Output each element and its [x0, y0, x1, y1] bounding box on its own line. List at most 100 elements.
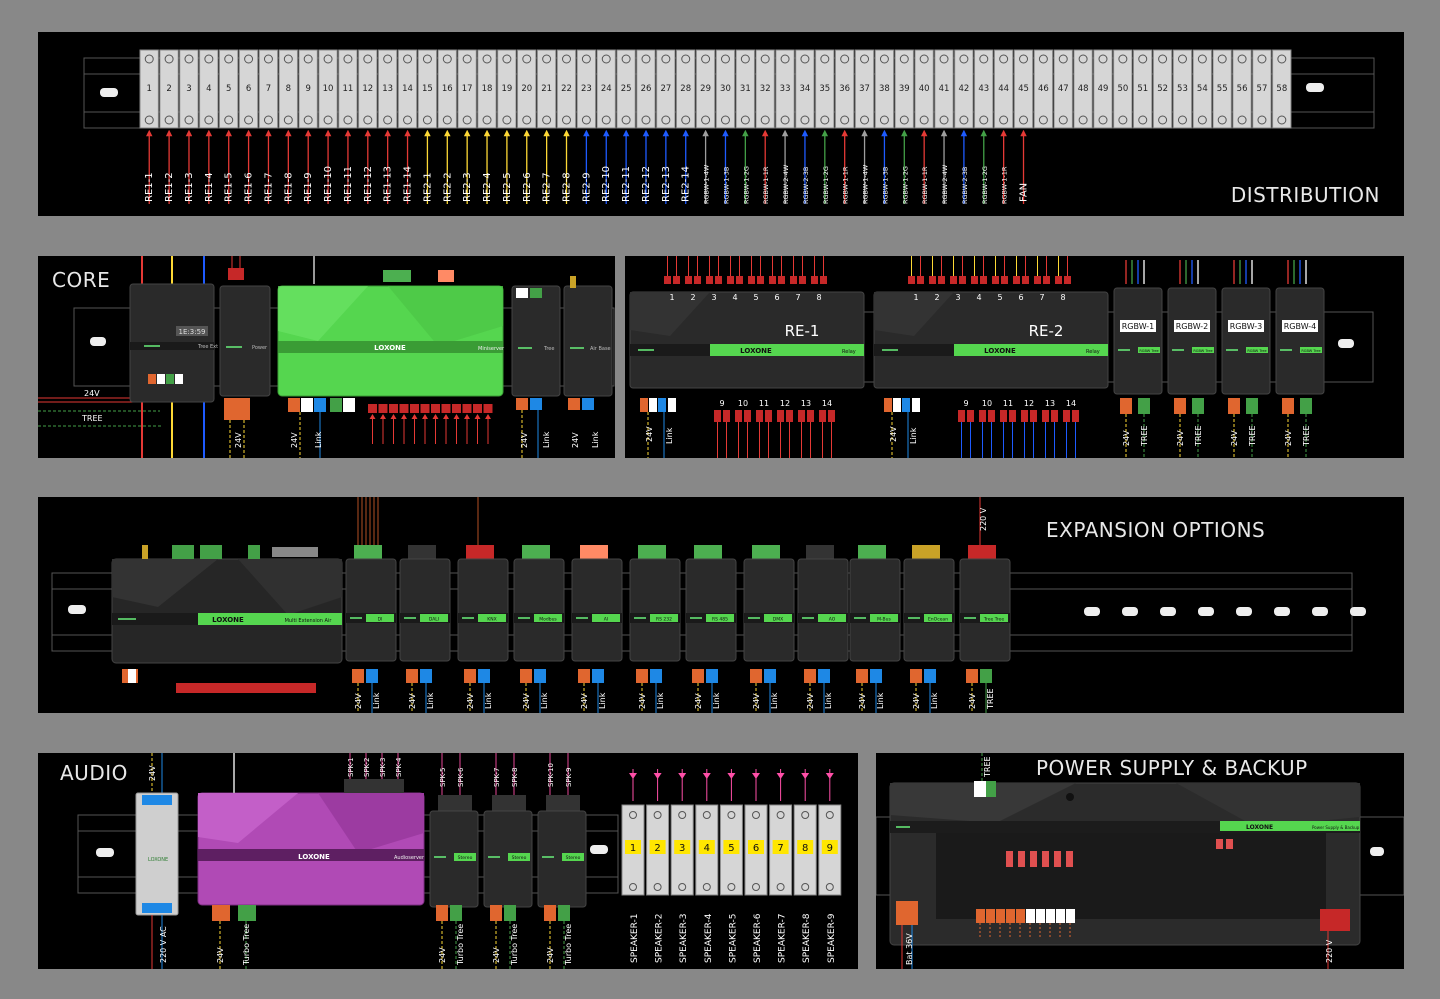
svg-text:4: 4 — [976, 293, 981, 302]
terminal-number: 34 — [800, 84, 811, 94]
wire-label: RE1-11 — [343, 166, 354, 202]
distribution-wire: RGBW-1-1R — [1000, 129, 1009, 204]
svg-text:2: 2 — [654, 843, 660, 854]
svg-text:24V: 24V — [858, 693, 867, 709]
svg-text:24V: 24V — [912, 693, 921, 709]
speaker-terminal: 6 SPEAKER-6 — [744, 769, 768, 963]
expansion-module: Modbus 24V Link — [513, 545, 565, 713]
svg-text:Link: Link — [372, 692, 381, 709]
power-supply-backup-module: LOXONE Power Supply & Backup — [889, 782, 1361, 946]
svg-text:Link: Link — [484, 692, 493, 709]
rail-slot — [96, 848, 114, 857]
terminal-number: 14 — [402, 84, 413, 94]
terminal-number: 46 — [1038, 84, 1049, 94]
terminal-number: 51 — [1137, 84, 1148, 94]
terminal-number: 53 — [1177, 84, 1188, 94]
terminal-block: 16 — [437, 49, 457, 129]
terminal-block: 15 — [417, 49, 438, 129]
miniserver-input-terminals — [368, 404, 493, 444]
terminal-number: 45 — [1018, 84, 1029, 94]
wire-label: RE1-14 — [403, 166, 414, 202]
terminal-block: 7 — [258, 49, 279, 129]
wire-label: RE2-3 — [462, 172, 473, 202]
distribution-wire: RE2-14 — [681, 129, 692, 204]
wire-label: RE1-6 — [244, 172, 255, 202]
wire-label: RGBW-2-4W — [782, 164, 790, 204]
svg-text:LOXONE: LOXONE — [740, 347, 772, 355]
expansion-module: RS 232 24V Link — [629, 545, 681, 713]
svg-text:24V: 24V — [580, 693, 589, 709]
svg-text:24V: 24V — [408, 693, 417, 709]
wire-label: RE1-4 — [204, 172, 215, 202]
terminal-number: 40 — [919, 84, 930, 94]
svg-text:24V: 24V — [438, 947, 447, 963]
terminal-block: 47 — [1053, 49, 1073, 129]
terminal-number: 15 — [422, 84, 433, 94]
distribution-wire: RE1-2 — [164, 129, 175, 204]
speaker-label: SPEAKER-2 — [655, 914, 665, 963]
svg-text:Relay: Relay — [842, 349, 856, 355]
speaker-terminal: 4 SPEAKER-4 — [695, 769, 719, 963]
terminal-number: 58 — [1276, 84, 1287, 94]
speaker-output-label: SPK-3 — [379, 758, 387, 778]
speaker-terminal: 2 SPEAKER-2 — [646, 769, 670, 963]
terminal-block: 26 — [636, 49, 656, 129]
distribution-wire: RE2-4 — [482, 129, 493, 204]
wire-label: RE1-8 — [283, 172, 294, 202]
svg-text:24V: 24V — [889, 426, 898, 442]
svg-text:Link: Link — [930, 692, 939, 709]
terminal-block: 58 — [1272, 49, 1292, 129]
terminal-block: 33 — [775, 49, 795, 129]
svg-text:3: 3 — [955, 293, 960, 302]
svg-text:24V: 24V — [520, 432, 529, 448]
wire-label: RE2-9 — [581, 172, 592, 202]
rgbw-name: RGBW-1 — [1122, 322, 1155, 331]
rail-slot — [590, 845, 608, 854]
speaker-label: SPEAKER-4 — [704, 913, 714, 963]
terminal-number: 2 — [166, 84, 171, 94]
speaker-terminal: 3 SPEAKER-3 — [670, 769, 694, 963]
speaker-label: SPEAKER-9 — [827, 913, 837, 963]
svg-text:Link: Link — [770, 692, 779, 709]
terminal-block: 24 — [596, 49, 616, 129]
terminal-number: 43 — [978, 84, 989, 94]
svg-text:Power: Power — [252, 345, 268, 351]
speaker-terminal: 9 SPEAKER-9 — [818, 769, 842, 963]
wire-label: RE2-13 — [661, 166, 672, 202]
terminal-block: 50 — [1113, 49, 1133, 129]
wire-label: RGBW-2-3B — [802, 167, 810, 204]
speaker-output-label: SPK-1 — [347, 758, 355, 778]
wire-label: RE2-11 — [621, 166, 632, 202]
terminal-block: 22 — [556, 49, 577, 129]
distribution-wire: RGBW-1-3B — [881, 129, 889, 204]
svg-text:5: 5 — [728, 843, 734, 854]
svg-text:12: 12 — [1024, 399, 1034, 408]
terminal-block: 40 — [914, 49, 934, 129]
terminal-number: 5 — [226, 84, 231, 94]
terminal-block: 54 — [1192, 49, 1212, 129]
terminal-number: 25 — [621, 84, 632, 94]
terminal-number: 38 — [879, 84, 890, 94]
svg-text:TREE: TREE — [983, 756, 992, 778]
svg-text:24V: 24V — [234, 432, 243, 448]
terminal-number: 22 — [561, 84, 572, 94]
svg-text:24V: 24V — [522, 693, 531, 709]
terminal-number: 39 — [899, 84, 910, 94]
expansion-panel: EXPANSION OPTIONS LOXONE Multi Extension… — [38, 497, 1404, 713]
distribution-wire: RE1-14 — [403, 129, 414, 204]
terminal-block: 25 — [616, 49, 636, 129]
svg-text:1: 1 — [630, 843, 636, 854]
terminal-block: 8 — [278, 49, 298, 129]
svg-text:3: 3 — [711, 293, 716, 302]
terminal-block-row: 1 2 3 4 5 6 7 8 9 10 11 12 13 14 15 16 17 18 19 20 21 22 23 24 2… — [139, 49, 1292, 129]
expansion-diagram: EXPANSION OPTIONS LOXONE Multi Extension… — [51, 497, 1366, 713]
svg-text:220 V AC: 220 V AC — [159, 926, 168, 963]
svg-text:24V: 24V — [806, 693, 815, 709]
wire-label: FAN — [1019, 183, 1030, 202]
svg-text:24V: 24V — [694, 693, 703, 709]
module-label: DMX — [773, 617, 783, 623]
terminal-block: 3 — [179, 49, 199, 129]
svg-text:Link: Link — [876, 692, 885, 709]
distribution-wire: RE1-5 — [224, 129, 235, 204]
wire-label: RGBW-1-1R — [1001, 166, 1009, 204]
